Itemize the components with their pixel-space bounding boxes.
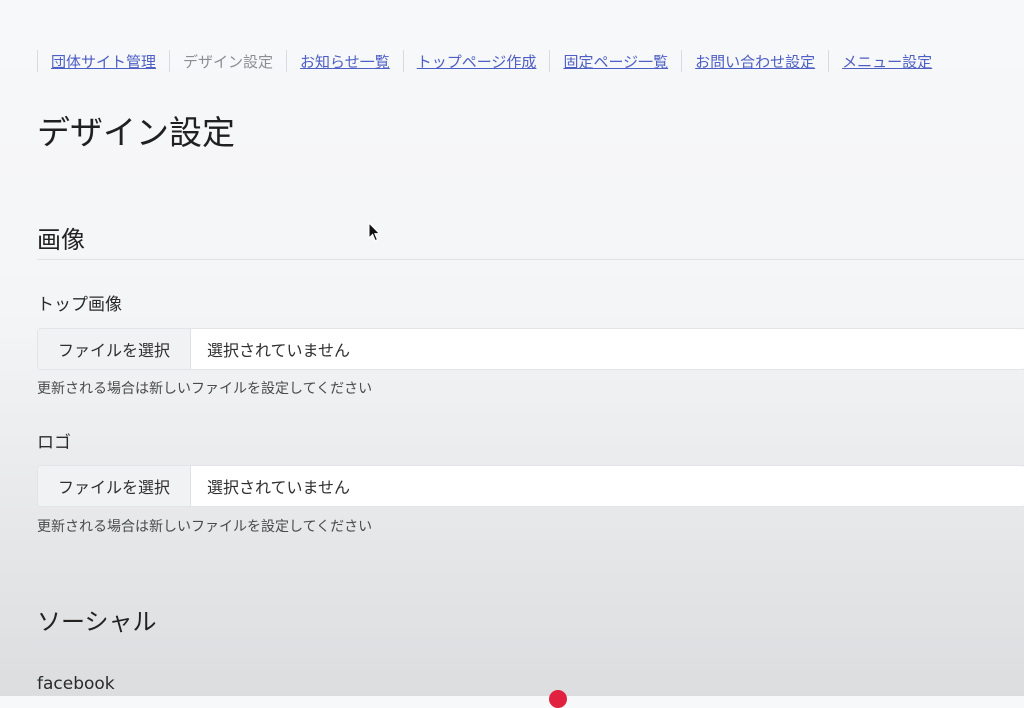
logo-help-text: 更新される場合は新しいファイルを設定してください (37, 519, 373, 535)
breadcrumb-link-fixed-pages[interactable]: 固定ページ一覧 (563, 51, 668, 72)
breadcrumb-item-news-list[interactable]: お知らせ一覧 (286, 50, 403, 72)
social-section-divider (37, 641, 1024, 642)
top-image-help-text: 更新される場合は新しいファイルを設定してください (37, 381, 373, 397)
top-image-choose-file-button[interactable]: ファイルを選択 (38, 329, 191, 369)
breadcrumb-item-fixed-pages[interactable]: 固定ページ一覧 (549, 50, 681, 72)
breadcrumb-link-org-site-admin[interactable]: 団体サイト管理 (51, 51, 156, 72)
breadcrumb-item-contact-settings[interactable]: お問い合わせ設定 (681, 50, 828, 72)
breadcrumb-link-menu-settings[interactable]: メニュー設定 (842, 51, 932, 72)
breadcrumb-item-design-settings: デザイン設定 (169, 50, 286, 72)
breadcrumb-item-org-site-admin[interactable]: 団体サイト管理 (37, 50, 169, 72)
facebook-label: facebook (37, 674, 115, 694)
breadcrumb-link-contact-settings[interactable]: お問い合わせ設定 (695, 51, 815, 72)
mouse-pointer-icon (368, 221, 381, 246)
breadcrumb-current-label: デザイン設定 (183, 52, 274, 71)
breadcrumb: 団体サイト管理 デザイン設定 お知らせ一覧 トップページ作成 固定ページ一覧 お… (37, 50, 1024, 72)
logo-label: ロゴ (37, 433, 71, 453)
image-section-divider (37, 259, 1024, 260)
breadcrumb-item-menu-settings[interactable]: メニュー設定 (828, 50, 945, 72)
record-dot-icon (549, 690, 567, 708)
breadcrumb-link-top-page-create[interactable]: トップページ作成 (417, 51, 537, 72)
social-section-title: ソーシャル (37, 608, 157, 636)
logo-choose-file-button[interactable]: ファイルを選択 (38, 466, 191, 506)
breadcrumb-item-top-page-create[interactable]: トップページ作成 (402, 50, 550, 72)
logo-file-status: 選択されていません (207, 478, 351, 497)
logo-file-input[interactable]: ファイルを選択 選択されていません (37, 465, 1024, 507)
top-image-file-input[interactable]: ファイルを選択 選択されていません (37, 328, 1024, 370)
page-title: デザイン設定 (37, 113, 235, 152)
image-section-title: 画像 (37, 226, 85, 254)
top-image-file-status: 選択されていません (207, 341, 351, 360)
breadcrumb-link-news-list[interactable]: お知らせ一覧 (300, 51, 390, 72)
top-image-label: トップ画像 (37, 295, 122, 315)
